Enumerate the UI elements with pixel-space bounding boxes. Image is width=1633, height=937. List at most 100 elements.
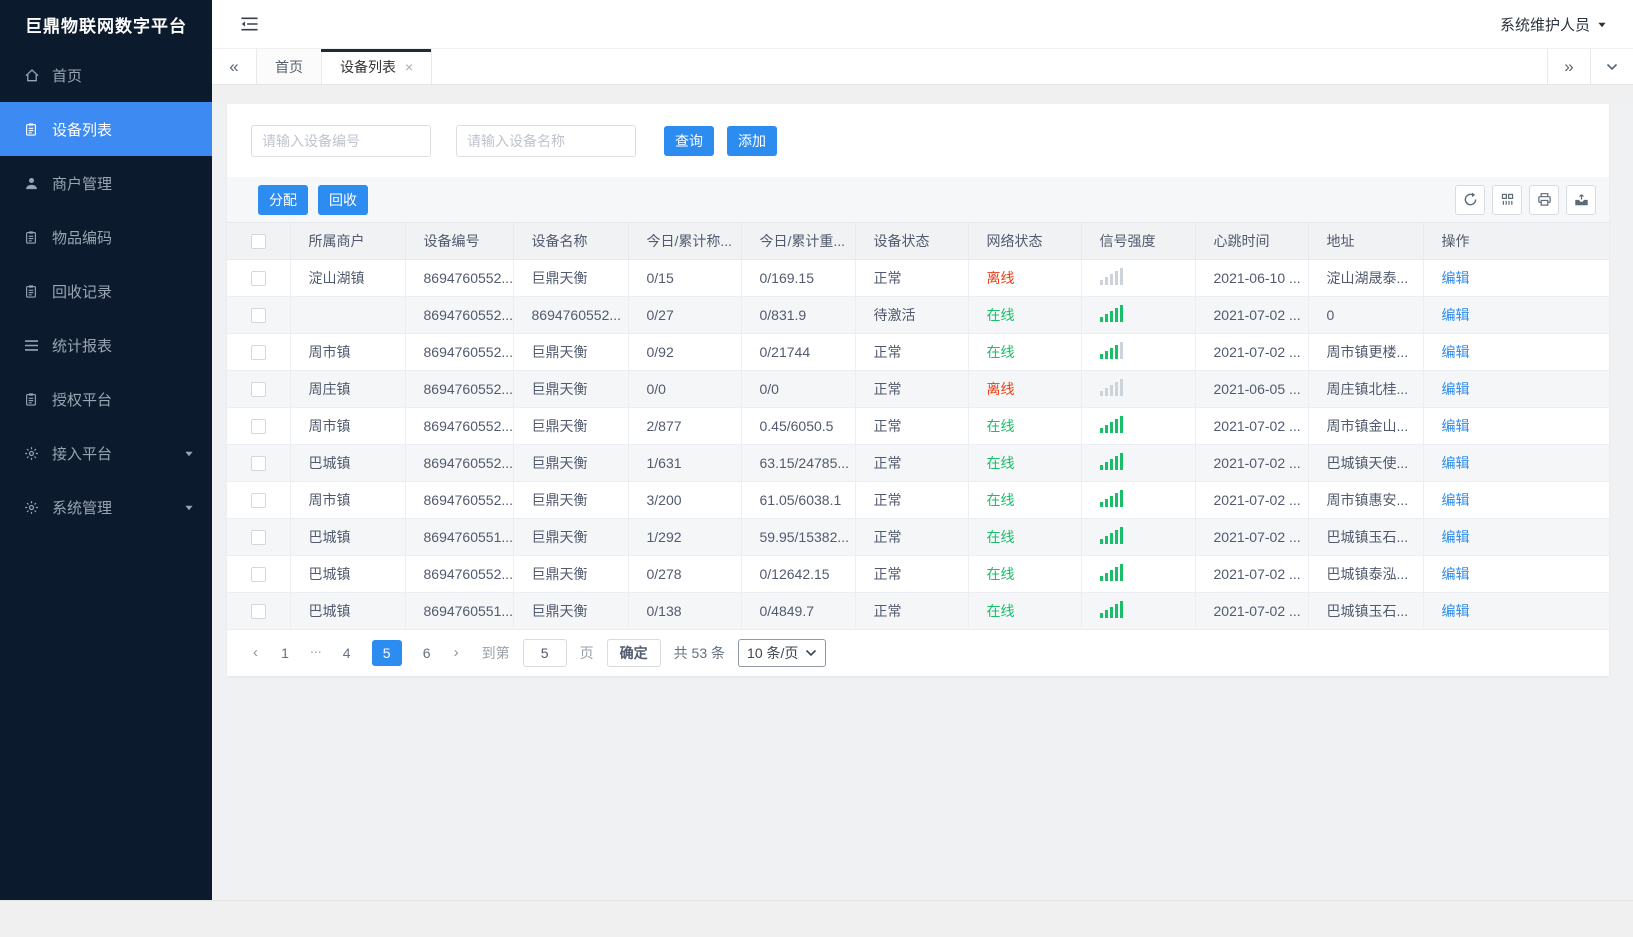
row-checkbox[interactable] <box>250 492 266 508</box>
signal-strength-indicator <box>1099 526 1123 544</box>
column-header-6: 网络状态 <box>968 223 1082 260</box>
signal-strength-cell <box>1081 481 1196 519</box>
sidebar-item-label: 统计报表 <box>52 337 113 355</box>
tab-1[interactable]: 设备列表 × <box>320 49 433 84</box>
device-name-cell: 巨鼎天衡 <box>513 592 629 630</box>
edit-link[interactable]: 编辑 <box>1442 529 1470 545</box>
tab-0[interactable]: 首页 <box>257 49 322 84</box>
assign-button[interactable]: 分配 <box>258 184 308 215</box>
next-page-button[interactable]: › <box>452 644 461 661</box>
heartbeat-cell: 2021-07-02 ... <box>1195 333 1309 371</box>
edit-link[interactable]: 编辑 <box>1442 603 1470 619</box>
sidebar-item-label: 首页 <box>52 67 83 85</box>
export-button[interactable] <box>1566 184 1596 215</box>
edit-link[interactable]: 编辑 <box>1442 270 1470 286</box>
merchant-cell: 周市镇 <box>290 333 406 371</box>
today-count-cell: 0/0 <box>628 370 742 408</box>
row-checkbox[interactable] <box>250 529 266 545</box>
today-count-cell: 2/877 <box>628 407 742 445</box>
merchant-cell: 巴城镇 <box>290 592 406 630</box>
sidebar-item-0[interactable]: 首页 <box>0 48 212 102</box>
edit-link[interactable]: 编辑 <box>1442 344 1470 360</box>
sidebar-item-6[interactable]: 授权平台 <box>0 372 212 426</box>
device-name-cell: 巨鼎天衡 <box>513 518 629 556</box>
page-number[interactable]: 6 <box>415 640 439 666</box>
edit-link[interactable]: 编辑 <box>1442 307 1470 323</box>
topbar: 系统维护人员 <box>212 0 1633 48</box>
row-checkbox[interactable] <box>250 344 266 360</box>
home-icon <box>24 67 42 83</box>
device-status-cell: 正常 <box>855 555 969 593</box>
device-status-cell: 正常 <box>855 592 969 630</box>
column-header-1: 设备编号 <box>405 223 514 260</box>
today-count-cell: 3/200 <box>628 481 742 519</box>
device-status-cell: 正常 <box>855 444 969 482</box>
address-cell: 巴城镇天使... <box>1308 444 1424 482</box>
device-name-input[interactable] <box>456 125 636 157</box>
signal-strength-indicator <box>1099 452 1123 470</box>
tabs-menu-button[interactable] <box>1590 49 1633 84</box>
today-count-cell: 1/292 <box>628 518 742 556</box>
sidebar-item-2[interactable]: 商户管理 <box>0 156 212 210</box>
search-row: 查询 添加 <box>227 104 1609 177</box>
prev-page-button[interactable]: ‹ <box>251 644 260 661</box>
merchant-cell: 周庄镇 <box>290 370 406 408</box>
edit-link[interactable]: 编辑 <box>1442 418 1470 434</box>
recycle-button[interactable]: 回收 <box>318 184 368 215</box>
sidebar-item-label: 商户管理 <box>52 175 113 193</box>
sidebar-item-1[interactable]: 设备列表 <box>0 102 212 156</box>
row-checkbox-cell <box>227 592 291 630</box>
goto-page-input[interactable] <box>522 638 567 667</box>
pagination: ‹ 1... 456 › 到第 页 确定 共 53 条 10 条/页 <box>227 630 1609 676</box>
tabs-scroll-left-button[interactable]: « <box>212 49 257 84</box>
query-button[interactable]: 查询 <box>664 126 714 156</box>
gear-icon <box>24 499 42 515</box>
close-icon[interactable]: × <box>405 60 413 74</box>
page-number[interactable]: 4 <box>335 640 359 666</box>
row-checkbox[interactable] <box>250 307 266 323</box>
page-number[interactable]: 1 <box>273 640 297 666</box>
today-count-cell: 0/138 <box>628 592 742 630</box>
confirm-button[interactable]: 确定 <box>606 638 661 667</box>
row-checkbox-cell <box>227 333 291 371</box>
sidebar-item-8[interactable]: 系统管理 <box>0 480 212 534</box>
heartbeat-cell: 2021-07-02 ... <box>1195 296 1309 334</box>
row-checkbox[interactable] <box>250 455 266 471</box>
clipboard-icon <box>24 283 42 299</box>
page-number-active[interactable]: 5 <box>371 639 402 666</box>
row-checkbox[interactable] <box>250 418 266 434</box>
row-checkbox[interactable] <box>250 603 266 619</box>
sidebar-item-5[interactable]: 统计报表 <box>0 318 212 372</box>
edit-link[interactable]: 编辑 <box>1442 492 1470 508</box>
add-button[interactable]: 添加 <box>727 126 777 156</box>
network-status-badge: 在线 <box>986 417 1015 434</box>
device-no-input[interactable] <box>251 125 431 157</box>
page-size-select[interactable]: 10 条/页 <box>738 638 827 667</box>
row-checkbox[interactable] <box>250 381 266 397</box>
select-all-checkbox[interactable] <box>250 234 266 250</box>
device-no-cell: 8694760552... <box>405 444 514 482</box>
column-header-10: 操作 <box>1423 223 1609 260</box>
edit-link[interactable]: 编辑 <box>1442 381 1470 397</box>
edit-link[interactable]: 编辑 <box>1442 566 1470 582</box>
user-menu[interactable]: 系统维护人员 <box>1500 14 1607 35</box>
heartbeat-cell: 2021-07-02 ... <box>1195 518 1309 556</box>
sidebar-item-3[interactable]: 物品编码 <box>0 210 212 264</box>
table-row: 巴城镇 8694760552... 巨鼎天衡 0/278 0/12642.15 正常 在线 2… <box>227 555 1609 593</box>
row-checkbox-cell <box>227 259 291 297</box>
sidebar-item-7[interactable]: 接入平台 <box>0 426 212 480</box>
columns-button[interactable] <box>1492 184 1522 215</box>
refresh-button[interactable] <box>1455 184 1485 215</box>
today-weight-cell: 0/831.9 <box>741 296 856 334</box>
edit-link[interactable]: 编辑 <box>1442 455 1470 471</box>
sidebar-item-4[interactable]: 回收记录 <box>0 264 212 318</box>
row-checkbox[interactable] <box>250 566 266 582</box>
row-checkbox-cell <box>227 518 291 556</box>
network-status-cell: 离线 <box>968 259 1082 297</box>
export-icon <box>1574 192 1589 207</box>
print-button[interactable] <box>1529 184 1559 215</box>
row-checkbox[interactable] <box>250 270 266 286</box>
tabs-scroll-right-button[interactable]: » <box>1547 49 1590 84</box>
merchant-cell: 巴城镇 <box>290 555 406 593</box>
sidebar-toggle-icon[interactable] <box>240 16 259 32</box>
